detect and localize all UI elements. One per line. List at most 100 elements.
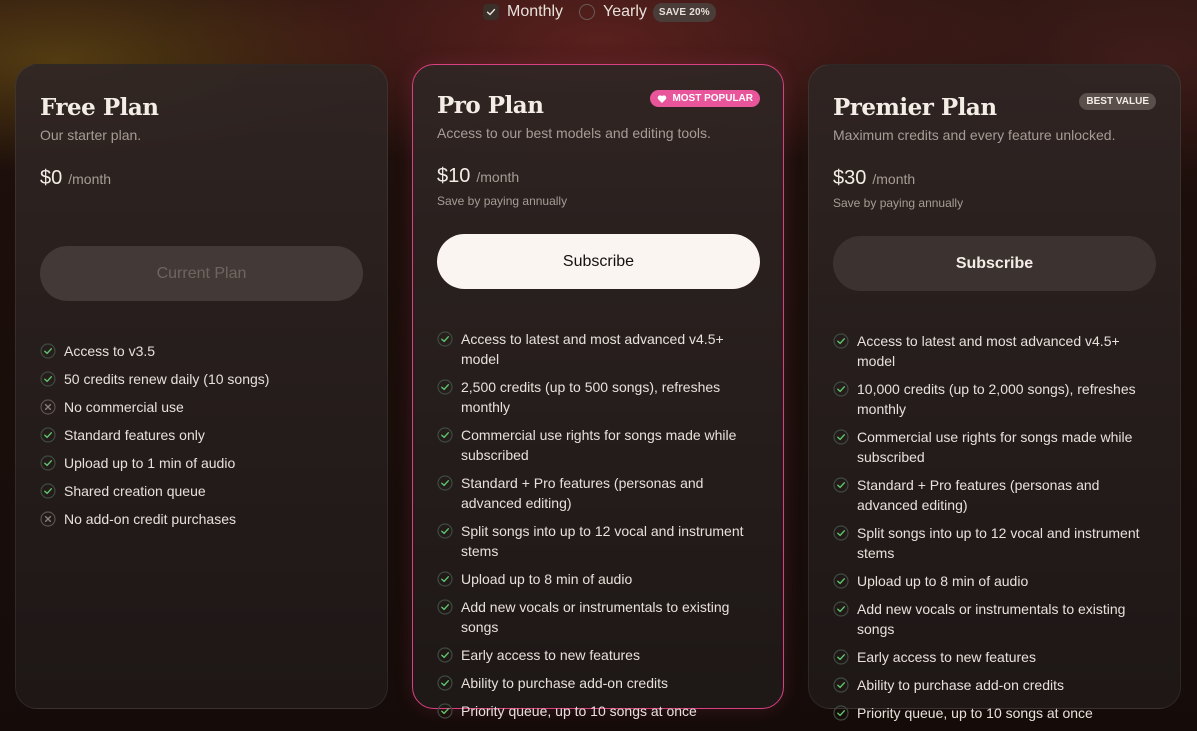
feature-text: Upload up to 8 min of audio bbox=[857, 573, 1029, 589]
check-circle-icon bbox=[833, 677, 849, 693]
feature-text: Ability to purchase add-on credits bbox=[461, 675, 668, 691]
feature-item: Early access to new features bbox=[833, 647, 1156, 667]
feature-text: 50 credits renew daily (10 songs) bbox=[64, 371, 270, 387]
free-plan-card: Free Plan Our starter plan. $0 /month Cu… bbox=[15, 64, 388, 709]
plan-price: $10 bbox=[437, 165, 471, 187]
feature-text: 2,500 credits (up to 500 songs), refresh… bbox=[461, 379, 721, 415]
feature-text: Upload up to 1 min of audio bbox=[64, 455, 236, 471]
feature-item: Standard + Pro features (personas and ad… bbox=[833, 475, 1156, 515]
badge-label: MOST POPULAR bbox=[672, 93, 753, 104]
check-circle-icon bbox=[833, 525, 849, 541]
feature-text: Access to latest and most advanced v4.5+… bbox=[461, 331, 724, 367]
feature-item: Ability to purchase add-on credits bbox=[833, 675, 1156, 695]
current-plan-button: Current Plan bbox=[40, 246, 363, 301]
most-popular-badge: MOST POPULAR bbox=[650, 90, 760, 107]
feature-text: Early access to new features bbox=[461, 647, 640, 663]
x-circle-icon bbox=[40, 399, 56, 415]
check-circle-icon bbox=[40, 371, 56, 387]
feature-item: No commercial use bbox=[40, 397, 363, 417]
price-period: /month bbox=[872, 171, 916, 187]
check-circle-icon bbox=[437, 599, 453, 615]
annual-savings-note: Save by paying annually bbox=[833, 196, 964, 210]
check-circle-icon bbox=[833, 705, 849, 721]
check-circle-icon bbox=[437, 427, 453, 443]
check-circle-icon bbox=[40, 455, 56, 471]
check-circle-icon bbox=[833, 333, 849, 349]
feature-item: Add new vocals or instrumentals to exist… bbox=[833, 599, 1156, 639]
feature-item: Add new vocals or instrumentals to exist… bbox=[437, 597, 759, 637]
feature-item: Access to latest and most advanced v4.5+… bbox=[833, 331, 1156, 371]
feature-item: Upload up to 8 min of audio bbox=[833, 571, 1156, 591]
feature-text: Shared creation queue bbox=[64, 483, 206, 499]
feature-item: Priority queue, up to 10 songs at once bbox=[437, 701, 759, 721]
feature-text: 10,000 credits (up to 2,000 songs), refr… bbox=[857, 381, 1136, 417]
check-circle-icon bbox=[833, 601, 849, 617]
best-value-badge: BEST VALUE bbox=[1079, 93, 1156, 110]
price-row: $10 /month bbox=[437, 165, 759, 188]
feature-item: Commercial use rights for songs made whi… bbox=[833, 427, 1156, 467]
feature-text: Upload up to 8 min of audio bbox=[461, 571, 633, 587]
check-circle-icon bbox=[40, 343, 56, 359]
feature-item: Shared creation queue bbox=[40, 481, 363, 501]
yearly-option[interactable]: Yearly SAVE 20% bbox=[579, 2, 716, 22]
heart-icon bbox=[658, 94, 667, 103]
yearly-radio[interactable] bbox=[579, 4, 596, 20]
feature-list: Access to v3.5 50 credits renew daily (10… bbox=[40, 341, 363, 529]
monthly-checkbox[interactable] bbox=[483, 4, 499, 20]
feature-text: Standard features only bbox=[64, 427, 205, 443]
price-row: $30 /month bbox=[833, 167, 1156, 190]
feature-text: Standard + Pro features (personas and ad… bbox=[857, 477, 1100, 513]
check-icon bbox=[486, 8, 496, 16]
feature-text: Split songs into up to 12 vocal and inst… bbox=[857, 525, 1140, 561]
yearly-label: Yearly bbox=[603, 3, 647, 20]
x-circle-icon bbox=[40, 511, 56, 527]
check-circle-icon bbox=[833, 573, 849, 589]
feature-text: Access to v3.5 bbox=[64, 343, 156, 359]
feature-item: 2,500 credits (up to 500 songs), refresh… bbox=[437, 377, 759, 417]
plan-price: $0 bbox=[40, 167, 63, 189]
pro-plan-card: MOST POPULAR Pro Plan Access to our best… bbox=[412, 64, 784, 719]
check-circle-icon bbox=[833, 649, 849, 665]
plan-description: Access to our best models and editing to… bbox=[437, 125, 711, 141]
feature-text: Commercial use rights for songs made whi… bbox=[857, 429, 1133, 465]
feature-list: Access to latest and most advanced v4.5+… bbox=[437, 329, 759, 721]
feature-text: Commercial use rights for songs made whi… bbox=[461, 427, 737, 463]
check-circle-icon bbox=[437, 647, 453, 663]
feature-item: Access to v3.5 bbox=[40, 341, 363, 361]
check-circle-icon bbox=[437, 675, 453, 691]
feature-item: No add-on credit purchases bbox=[40, 509, 363, 529]
feature-text: Priority queue, up to 10 songs at once bbox=[857, 705, 1093, 721]
save-badge: SAVE 20% bbox=[652, 2, 716, 22]
check-circle-icon bbox=[437, 571, 453, 587]
feature-item: Split songs into up to 12 vocal and inst… bbox=[437, 521, 759, 561]
check-circle-icon bbox=[833, 477, 849, 493]
check-circle-icon bbox=[437, 331, 453, 347]
price-period: /month bbox=[68, 171, 112, 187]
check-circle-icon bbox=[833, 381, 849, 397]
check-circle-icon bbox=[40, 427, 56, 443]
feature-text: Split songs into up to 12 vocal and inst… bbox=[461, 523, 744, 559]
feature-item: 50 credits renew daily (10 songs) bbox=[40, 369, 363, 389]
monthly-option[interactable]: Monthly bbox=[483, 3, 563, 21]
feature-text: Access to latest and most advanced v4.5+… bbox=[857, 333, 1120, 369]
plan-description: Maximum credits and every feature unlock… bbox=[833, 127, 1116, 143]
feature-item: Upload up to 1 min of audio bbox=[40, 453, 363, 473]
price-row: $0 /month bbox=[40, 167, 363, 190]
subscribe-premier-button[interactable]: Subscribe bbox=[833, 236, 1156, 291]
annual-savings-note: Save by paying annually bbox=[437, 194, 568, 208]
feature-item: Early access to new features bbox=[437, 645, 759, 665]
check-circle-icon bbox=[40, 483, 56, 499]
feature-text: Add new vocals or instrumentals to exist… bbox=[461, 599, 730, 635]
plan-title: Free Plan bbox=[40, 94, 159, 121]
check-circle-icon bbox=[437, 703, 453, 719]
feature-text: Ability to purchase add-on credits bbox=[857, 677, 1064, 693]
billing-toggle: Monthly Yearly SAVE 20% bbox=[483, 0, 716, 24]
check-circle-icon bbox=[437, 379, 453, 395]
feature-item: Upload up to 8 min of audio bbox=[437, 569, 759, 589]
subscribe-pro-button[interactable]: Subscribe bbox=[437, 234, 760, 289]
feature-list: Access to latest and most advanced v4.5+… bbox=[833, 331, 1156, 723]
check-circle-icon bbox=[833, 429, 849, 445]
feature-item: Standard + Pro features (personas and ad… bbox=[437, 473, 759, 513]
premier-plan-card: BEST VALUE Premier Plan Maximum credits … bbox=[808, 64, 1181, 721]
plan-price: $30 bbox=[833, 167, 867, 189]
